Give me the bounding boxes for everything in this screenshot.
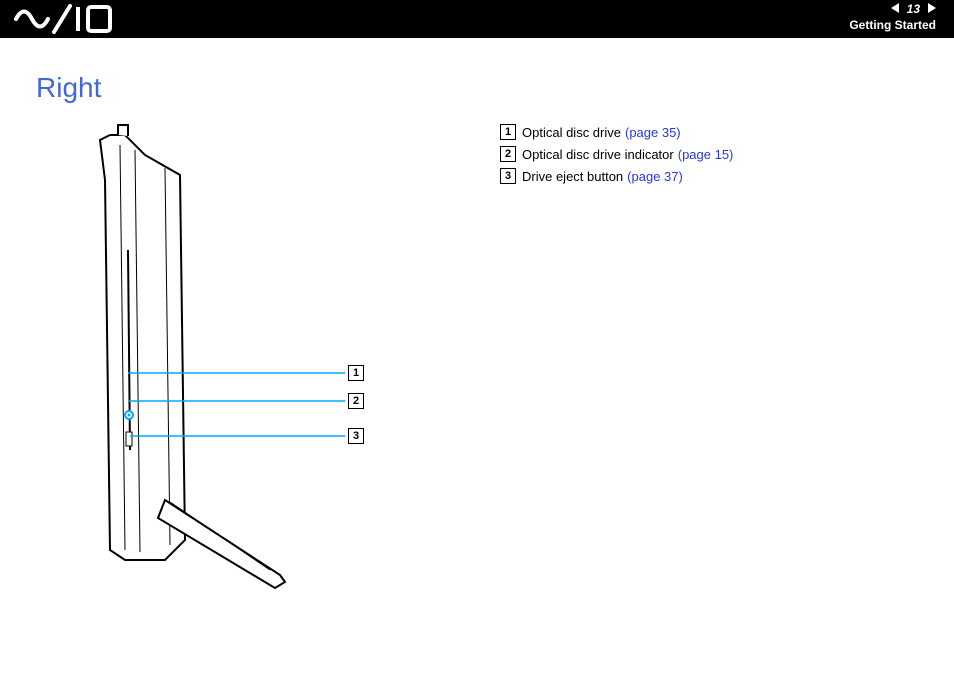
legend-row: 1 Optical disc drive (page 35) [500, 124, 733, 140]
callout-box-3: 3 [348, 428, 364, 444]
legend-row: 2 Optical disc drive indicator (page 15) [500, 146, 733, 162]
legend: 1 Optical disc drive (page 35) 2 Optical… [500, 124, 733, 190]
page-header: 13 Getting Started [0, 0, 954, 38]
section-label: Getting Started [849, 18, 936, 32]
legend-num: 1 [500, 124, 516, 140]
next-page-arrow-icon[interactable] [926, 2, 936, 16]
page-link[interactable]: (page 37) [627, 169, 683, 184]
page-link[interactable]: (page 15) [678, 147, 734, 162]
legend-num: 3 [500, 168, 516, 184]
legend-text: Drive eject button [522, 169, 623, 184]
page-number: 13 [907, 2, 920, 16]
page-nav: 13 [891, 2, 936, 16]
callout-box-2: 2 [348, 393, 364, 409]
callout-box-1: 1 [348, 365, 364, 381]
legend-text: Optical disc drive [522, 125, 621, 140]
prev-page-arrow-icon[interactable] [891, 2, 901, 16]
legend-row: 3 Drive eject button (page 37) [500, 168, 733, 184]
section-title: Right [36, 72, 922, 104]
legend-text: Optical disc drive indicator [522, 147, 674, 162]
vaio-logo [14, 4, 134, 39]
legend-num: 2 [500, 146, 516, 162]
page-link[interactable]: (page 35) [625, 125, 681, 140]
device-right-view-diagram: 1 2 3 [70, 120, 390, 600]
